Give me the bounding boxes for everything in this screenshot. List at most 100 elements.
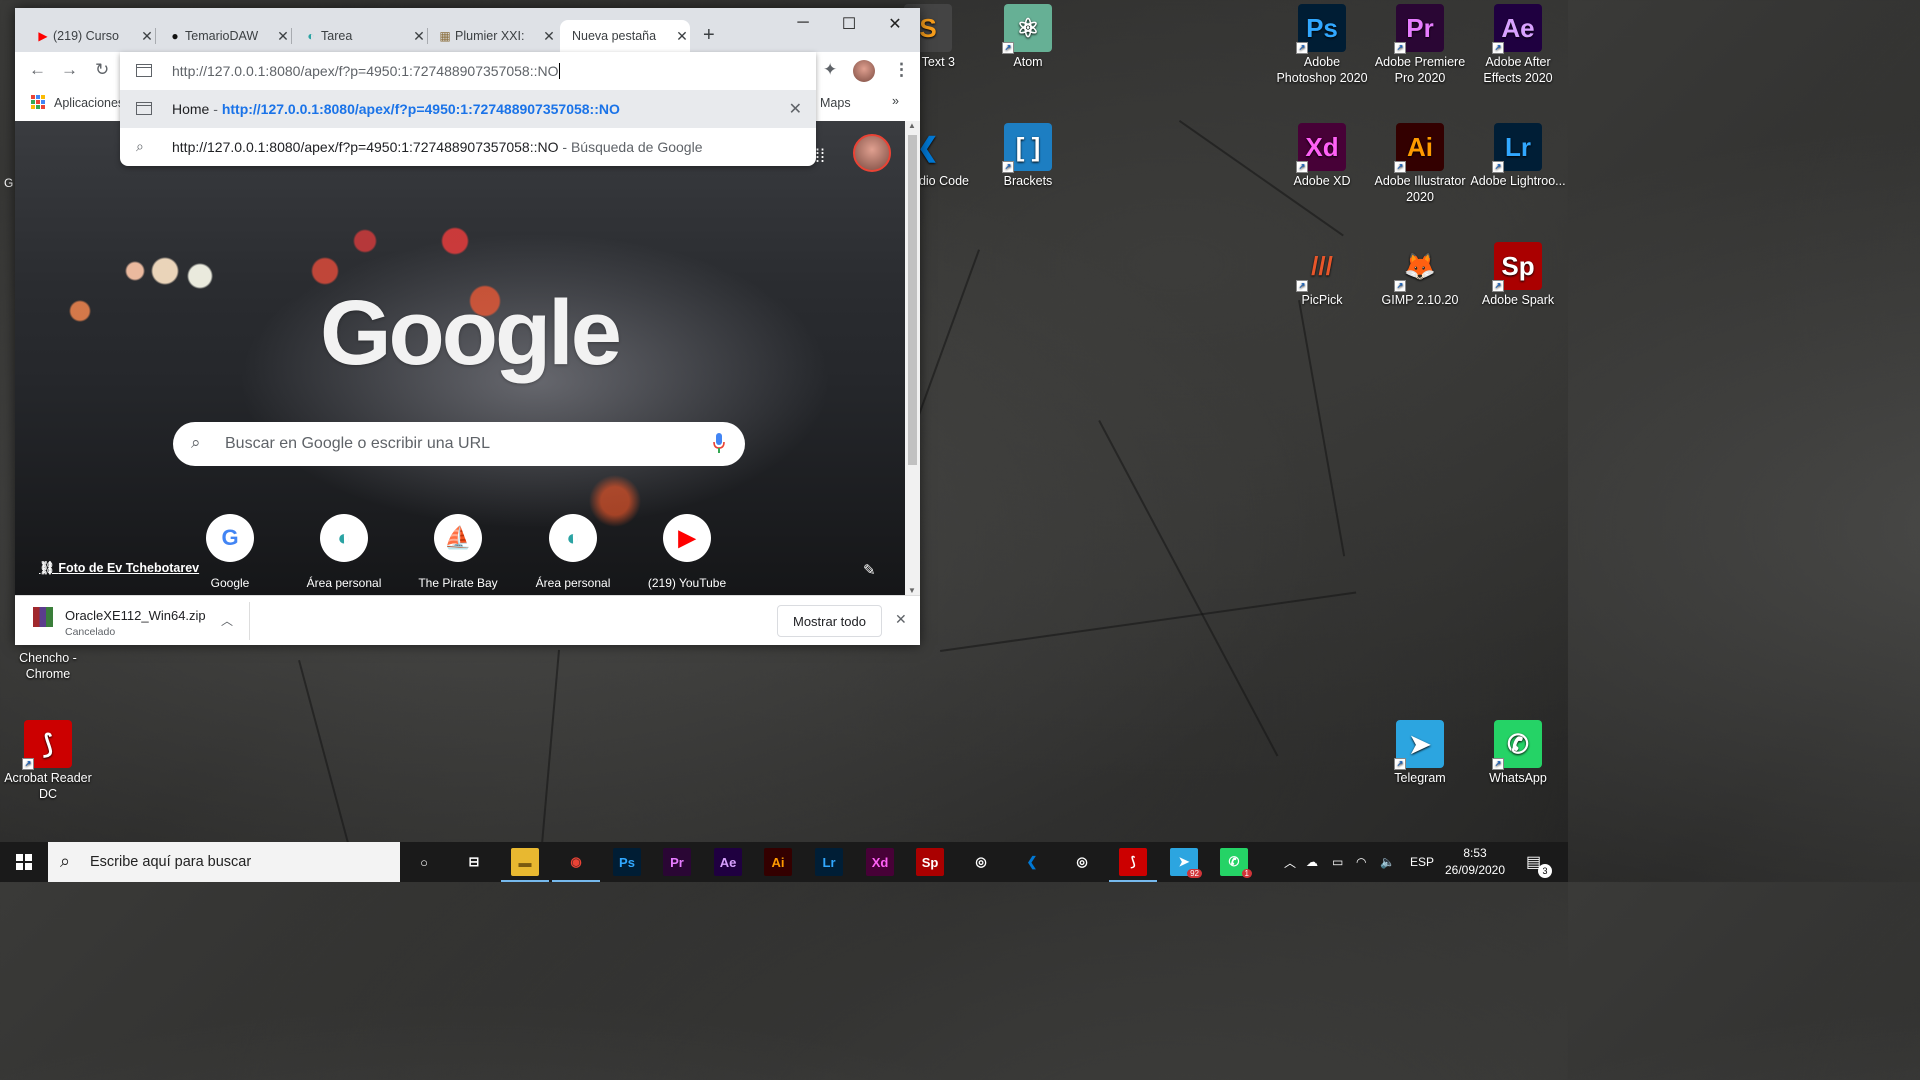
tab-close-icon[interactable]: ✕: [411, 28, 427, 45]
download-status: Cancelado: [65, 626, 116, 638]
desktop-icon-telegram[interactable]: ➤ ↗ Telegram: [1372, 720, 1468, 786]
desktop-icon-after-effects[interactable]: Ae ↗ Adobe After Effects 2020: [1470, 4, 1566, 86]
desktop-icon-label: Adobe Premiere Pro 2020: [1374, 55, 1466, 85]
menu-icon[interactable]: ⋮: [893, 60, 910, 80]
tab-tarea[interactable]: ◐ Tarea ✕: [299, 20, 428, 52]
bookmark-maps[interactable]: Maps: [820, 96, 851, 110]
show-all-downloads-button[interactable]: Mostrar todo: [777, 605, 882, 637]
desktop-icon-photoshop[interactable]: Ps ↗ Adobe Photoshop 2020: [1274, 4, 1370, 86]
bookmark-apps[interactable]: Aplicaciones: [54, 96, 124, 110]
taskbar-photoshop-icon[interactable]: Ps: [613, 848, 641, 876]
tab-nueva-pestana[interactable]: Nueva pestaña ✕: [560, 20, 690, 52]
desktop-icon-gimp[interactable]: 🦊 ↗ GIMP 2.10.20: [1372, 242, 1468, 308]
desktop-icon-acrobat[interactable]: ⟆ ↗ Acrobat Reader DC: [0, 720, 96, 802]
taskbar-search-box[interactable]: ⌕ Escribe aquí para buscar: [48, 842, 400, 882]
taskbar-steam-icon[interactable]: ◎: [967, 848, 995, 876]
desktop-icon-atom[interactable]: ⚛ ↗ Atom: [980, 4, 1076, 70]
google-apps-icon[interactable]: ⁞⁞: [815, 146, 825, 167]
desktop-icon-picpick[interactable]: ///↗ PicPick: [1274, 242, 1370, 308]
photo-credit-link[interactable]: ⛓ Foto de Ev Tchebotarev: [39, 561, 199, 576]
back-icon[interactable]: ←: [29, 60, 46, 80]
scroll-up-icon[interactable]: ▲: [908, 121, 916, 130]
new-tab-button[interactable]: +: [703, 24, 715, 47]
extensions-icon[interactable]: ✦: [823, 60, 837, 80]
taskbar-vscode-icon[interactable]: ❮: [1018, 848, 1046, 876]
taskbar-adobe-spark-icon[interactable]: Sp: [916, 848, 944, 876]
desktop-icon-premiere[interactable]: Pr ↗ Adobe Premiere Pro 2020: [1372, 4, 1468, 86]
remove-suggestion-icon[interactable]: ✕: [789, 99, 802, 119]
clock[interactable]: 8:53 26/09/2020: [1440, 845, 1510, 879]
taskbar-after-effects-icon[interactable]: Ae: [714, 848, 742, 876]
search-icon: ⌕: [136, 138, 144, 154]
shortcut-tile-area-personal-2[interactable]: ◐ Área personal: [517, 514, 629, 590]
omnibox-suggestion-search[interactable]: ⌕ http://127.0.0.1:8080/apex/f?p=4950:1:…: [120, 128, 816, 166]
taskbar-whatsapp-icon[interactable]: ✆ 1: [1220, 848, 1252, 878]
illustrator-glyph: Ai: [771, 854, 785, 870]
shortcut-tile-youtube[interactable]: ▶ (219) YouTube: [631, 514, 743, 590]
tab-close-icon[interactable]: ✕: [275, 28, 291, 45]
shortcut-tile-google[interactable]: G Google: [174, 514, 286, 590]
shortcut-label: (219) YouTube: [647, 576, 727, 590]
language-indicator[interactable]: ESP: [1410, 842, 1434, 882]
minimize-button[interactable]: ─: [780, 14, 826, 32]
taskbar: ⌕ Escribe aquí para buscar ○ ⊟ ▬ ◉ Ps Pr Ae Ai L…: [0, 842, 1568, 882]
notifications-icon[interactable]: ▤: [1526, 842, 1541, 882]
google-account-avatar[interactable]: [853, 134, 891, 172]
desktop-icon-lightroom[interactable]: Lr ↗ Adobe Lightroo...: [1470, 123, 1566, 189]
taskbar-file-explorer-icon[interactable]: ▬: [501, 848, 549, 882]
brackets-glyph: [ ]: [1015, 132, 1041, 162]
maximize-button[interactable]: ☐: [826, 14, 872, 34]
battery-icon[interactable]: ▭: [1332, 842, 1343, 882]
desktop-icon-adobe-xd[interactable]: Xd ↗ Adobe XD: [1274, 123, 1370, 189]
bookmarks-overflow[interactable]: »: [892, 94, 899, 108]
taskbar-task-view-icon[interactable]: ⊟: [460, 848, 488, 876]
omnibox-suggestion-home[interactable]: Home - http://127.0.0.1:8080/apex/f?p=49…: [120, 90, 816, 128]
tab-close-icon[interactable]: ✕: [541, 28, 557, 45]
scroll-down-icon[interactable]: ▼: [908, 586, 916, 595]
download-filename[interactable]: OracleXE112_Win64.zip: [65, 608, 206, 623]
show-hidden-icons-chevron[interactable]: ︿: [1284, 842, 1296, 882]
shortcut-tile-pirate-bay[interactable]: ⛵ The Pirate Bay: [402, 514, 514, 590]
shortcut-arrow-icon: ↗: [22, 758, 34, 770]
whatsapp-glyph: ✆: [1507, 729, 1529, 759]
customize-pencil-icon[interactable]: ✎: [863, 561, 876, 579]
desktop-icon-label: Brackets: [1003, 174, 1053, 188]
shortcut-tile-area-personal[interactable]: ◐ Área personal: [288, 514, 400, 590]
ntp-search-box[interactable]: ⌕ Buscar en Google o escribir una URL: [173, 422, 745, 466]
forward-icon[interactable]: →: [61, 60, 78, 80]
taskbar-chrome-icon[interactable]: ◉: [552, 848, 600, 882]
taskbar-lightroom-icon[interactable]: Lr: [815, 848, 843, 876]
new-tab-page: ⁞⁞ Google ⌕ Buscar en Google o escribir …: [15, 121, 905, 595]
tab-plumier[interactable]: ▦ Plumier XXI: ✕: [433, 20, 557, 52]
desktop-icon-adobe-spark[interactable]: Sp ↗ Adobe Spark: [1470, 242, 1566, 308]
tab-close-icon[interactable]: ✕: [139, 28, 155, 45]
taskbar-adobe-xd-icon[interactable]: Xd: [866, 848, 894, 876]
profile-avatar[interactable]: [853, 60, 875, 82]
desktop-icon-illustrator[interactable]: Ai ↗ Adobe Illustrator 2020: [1372, 123, 1468, 205]
reload-icon[interactable]: ↻: [95, 60, 109, 80]
microphone-icon[interactable]: [713, 433, 725, 453]
omnibox-input[interactable]: http://127.0.0.1:8080/apex/f?p=4950:1:72…: [120, 52, 816, 90]
moodle-icon: ◐: [307, 29, 315, 43]
taskbar-cortana-icon[interactable]: ○: [410, 848, 438, 876]
onedrive-icon[interactable]: ☁: [1306, 842, 1318, 882]
desktop-icon-whatsapp[interactable]: ✆ ↗ WhatsApp: [1470, 720, 1566, 786]
tab-close-icon[interactable]: ✕: [674, 28, 690, 45]
windows-start-icon[interactable]: [0, 842, 48, 882]
volume-icon[interactable]: 🔈: [1380, 842, 1395, 882]
scrollbar-thumb[interactable]: [908, 135, 917, 465]
close-window-button[interactable]: ✕: [872, 14, 918, 34]
taskbar-premiere-icon[interactable]: Pr: [663, 848, 691, 876]
tab-youtube-curso[interactable]: ▶ (219) Curso ✕: [31, 20, 156, 52]
vertical-scrollbar[interactable]: ▲ ▼: [905, 121, 920, 595]
area-personal-2-glyph: ◐: [566, 525, 580, 550]
wifi-icon[interactable]: ◠: [1356, 842, 1366, 882]
taskbar-steam-2-icon[interactable]: ◎: [1068, 848, 1096, 876]
taskbar-illustrator-icon[interactable]: Ai: [764, 848, 792, 876]
chevron-up-icon[interactable]: ︿: [221, 612, 233, 629]
taskbar-telegram-icon[interactable]: ➤ 92: [1170, 848, 1202, 878]
close-download-bar-icon[interactable]: ✕: [895, 611, 907, 628]
tab-temariodaw[interactable]: ● TemarioDAW ✕: [163, 20, 292, 52]
desktop-icon-brackets[interactable]: [ ] ↗ Brackets: [980, 123, 1076, 189]
taskbar-acrobat-icon[interactable]: ⟆: [1109, 848, 1157, 882]
